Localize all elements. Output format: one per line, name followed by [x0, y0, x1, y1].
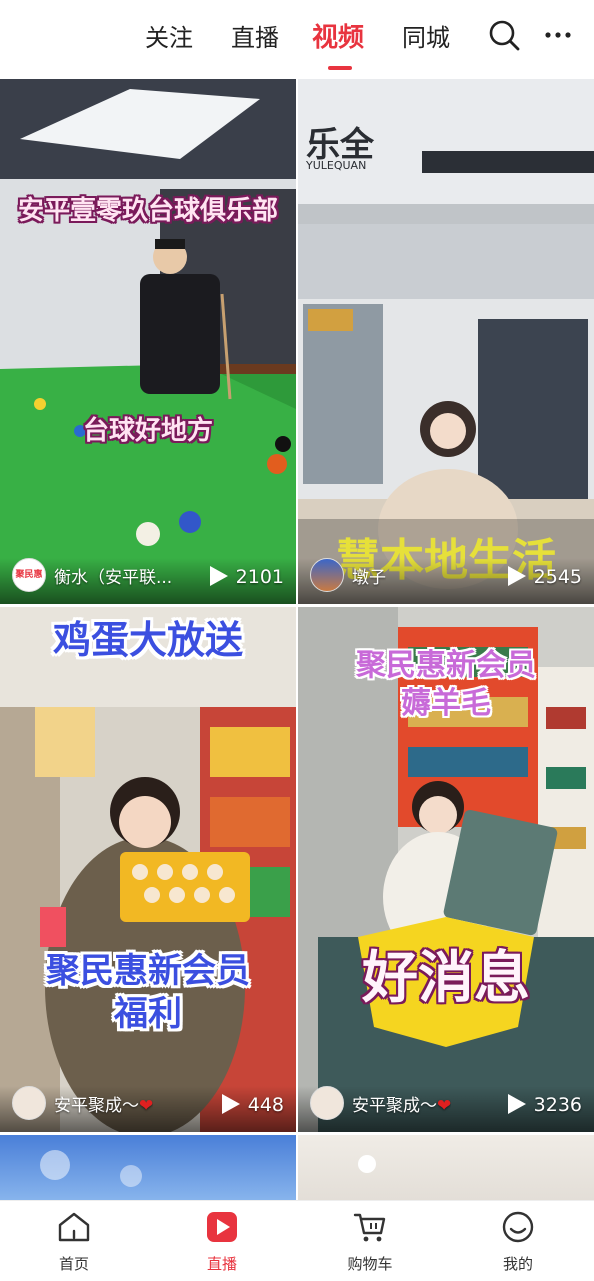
play-icon [221, 1094, 240, 1114]
nav-label: 我的 [502, 1255, 533, 1273]
play-count: 3236 [507, 1094, 582, 1116]
video-card[interactable]: 乐全 YULEQUAN 慧本地生活 墩子 2545 [298, 79, 594, 604]
author-name[interactable]: 安平聚成～❤ [352, 1091, 451, 1116]
avatar-logo-text: 聚民惠 [15, 570, 43, 580]
heart-icon: ❤ [139, 1096, 154, 1116]
play-icon [507, 1094, 526, 1114]
heart-icon: ❤ [437, 1096, 452, 1116]
cart-icon [353, 1213, 386, 1242]
video-card[interactable] [0, 1135, 296, 1200]
thumbnail-decoration [358, 1155, 376, 1173]
video-card[interactable]: 鸡蛋大放送 聚民惠新会员 福利 安平聚成～❤ 448 [0, 607, 296, 1132]
video-caption: 安平壹零玖台球俱乐部 [17, 196, 278, 226]
play-icon [209, 566, 228, 586]
store-sign-sub: YULEQUAN [306, 159, 367, 172]
video-caption: 薅羊毛 [401, 686, 491, 721]
play-icon [507, 566, 526, 586]
video-thumbnail [0, 79, 296, 604]
top-bar: 关注 直播 视频 同城 [0, 0, 594, 78]
tab-video[interactable]: 视频 [312, 18, 364, 58]
video-caption: 鸡蛋大放送 [52, 618, 243, 662]
search-icon[interactable] [486, 18, 522, 54]
nav-profile[interactable]: 我的 [444, 1201, 592, 1281]
tab-nearby[interactable]: 同城 [402, 18, 450, 58]
avatar[interactable] [310, 1086, 344, 1120]
more-icon[interactable] [542, 18, 578, 54]
video-caption: 好消息 [362, 946, 530, 1011]
play-count: 2545 [507, 566, 582, 588]
nav-label: 首页 [58, 1255, 89, 1273]
video-card[interactable]: 聚民惠新会员 薅羊毛 好消息 安平聚成～❤ 3236 [298, 607, 594, 1132]
video-card[interactable]: 安平壹零玖台球俱乐部 台球好地方 聚民惠 衡水（安平联... 2101 [0, 79, 296, 604]
thumbnail-decoration [40, 1150, 70, 1180]
avatar[interactable] [12, 1086, 46, 1120]
author-name[interactable]: 墩子 [352, 563, 386, 588]
video-caption: 聚民惠新会员 [46, 951, 250, 991]
tab-following[interactable]: 关注 [145, 18, 193, 58]
live-icon [207, 1212, 237, 1242]
play-count: 448 [221, 1094, 284, 1116]
home-icon [58, 1212, 90, 1242]
video-thumbnail [0, 607, 296, 1132]
video-caption: 台球好地方 [82, 416, 213, 446]
play-count-value: 448 [247, 1094, 284, 1116]
author-name[interactable]: 衡水（安平联... [54, 563, 172, 588]
avatar[interactable] [310, 558, 344, 592]
nav-cart[interactable]: 购物车 [296, 1201, 444, 1281]
thumbnail-decoration [120, 1165, 142, 1187]
play-count-value: 2545 [533, 566, 582, 588]
bottom-nav: 首页 直播 购物车 我的 [0, 1200, 594, 1281]
profile-icon [502, 1211, 534, 1243]
video-caption: 福利 [114, 994, 182, 1034]
video-card[interactable] [298, 1135, 594, 1200]
nav-live[interactable]: 直播 [148, 1201, 296, 1281]
nav-label: 直播 [206, 1255, 237, 1273]
video-caption: 聚民惠新会员 [356, 648, 536, 683]
active-tab-indicator [328, 66, 352, 70]
avatar[interactable]: 聚民惠 [12, 558, 46, 592]
play-count: 2101 [209, 566, 284, 588]
author-name-text: 安平聚成～ [352, 1096, 437, 1116]
video-grid: 安平壹零玖台球俱乐部 台球好地方 聚民惠 衡水（安平联... 2101 乐全 Y… [0, 79, 594, 1200]
nav-label: 购物车 [347, 1255, 393, 1273]
author-name[interactable]: 安平聚成～❤ [54, 1091, 153, 1116]
play-count-value: 3236 [533, 1094, 582, 1116]
play-count-value: 2101 [235, 566, 284, 588]
tab-live[interactable]: 直播 [231, 18, 279, 58]
author-name-text: 安平聚成～ [54, 1096, 139, 1116]
nav-home[interactable]: 首页 [0, 1201, 148, 1281]
